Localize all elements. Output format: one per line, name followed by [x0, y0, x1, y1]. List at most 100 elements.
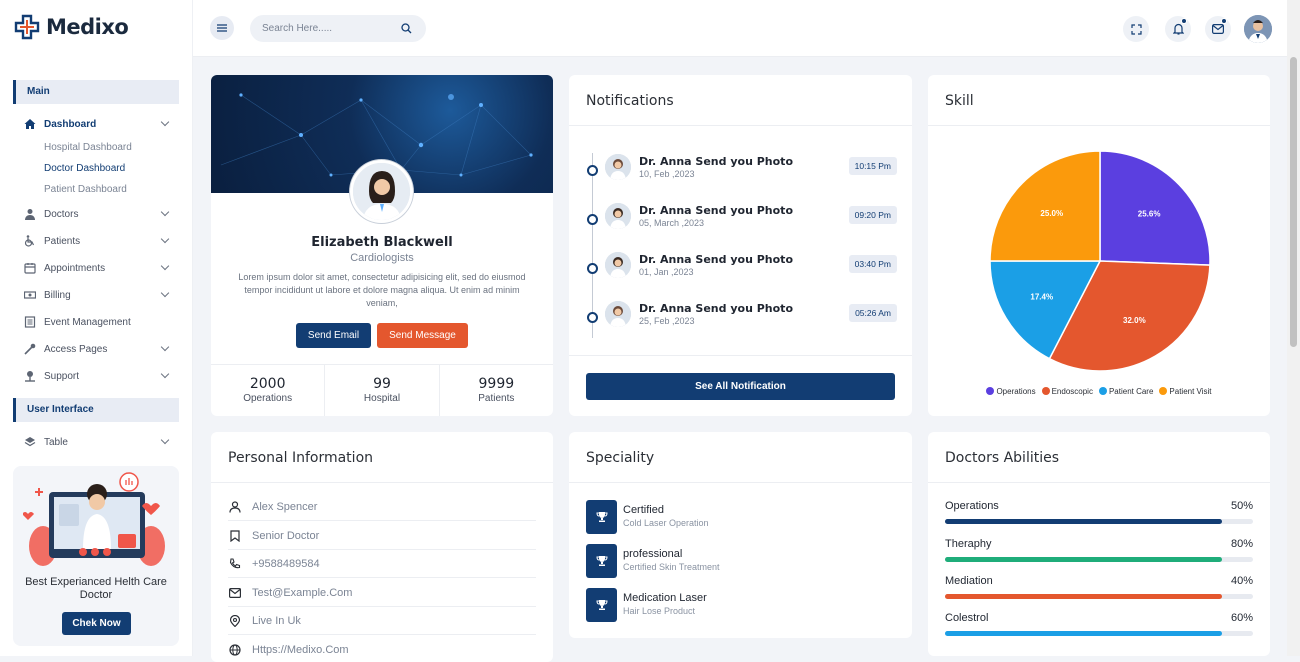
- info-row-title: Senior Doctor: [228, 522, 536, 550]
- legend-item[interactable]: Endoscopic: [1041, 387, 1093, 396]
- trophy-icon: [586, 500, 617, 534]
- legend-label: Operations: [996, 387, 1036, 396]
- send-email-button[interactable]: Send Email: [296, 323, 371, 348]
- sidebar-item-label: Support: [44, 370, 80, 382]
- page-scrollbar[interactable]: [1287, 0, 1300, 656]
- notification-item[interactable]: Dr. Anna Send you Photo 10, Feb ,2023 10…: [587, 153, 897, 193]
- ability-percent: 40%: [1230, 575, 1253, 587]
- bell-icon: [1172, 23, 1184, 35]
- avatar: [605, 301, 631, 327]
- fullscreen-button[interactable]: [1123, 16, 1149, 42]
- profile-role: Cardiologists: [350, 252, 414, 264]
- mail-icon: [228, 587, 242, 598]
- stat-label: Operations: [243, 393, 293, 404]
- topbar: Search Here.....: [193, 0, 1287, 57]
- legend-item[interactable]: Patient Visit: [1159, 387, 1212, 396]
- sidebar-item-appointments[interactable]: Appointments: [24, 258, 174, 278]
- search-icon[interactable]: [401, 23, 412, 34]
- check-now-button[interactable]: Chek Now: [62, 612, 131, 635]
- send-message-button[interactable]: Send Message: [377, 323, 468, 348]
- chevron-down-icon: [160, 261, 170, 271]
- abilities-card: Doctors Abilities Operations 50% Theraph…: [928, 432, 1270, 656]
- info-value: Live In Uk: [252, 614, 301, 627]
- doctor-icon: [24, 208, 36, 220]
- sidebar-subitem-doctor-dashboard[interactable]: Doctor Dashboard: [44, 163, 125, 174]
- menu-toggle-button[interactable]: [210, 16, 234, 40]
- speciality-subtitle: Hair Lose Product: [623, 606, 696, 616]
- sidebar-item-dashboard[interactable]: Dashboard: [24, 114, 174, 134]
- sidebar-item-event-management[interactable]: Event Management: [24, 312, 174, 332]
- pie-slice-operations[interactable]: [1099, 150, 1211, 266]
- sidebar-item-doctors[interactable]: Doctors: [24, 204, 174, 224]
- timeline-dot: [587, 263, 598, 274]
- scrollbar-thumb[interactable]: [1290, 57, 1297, 347]
- divider: [211, 482, 553, 483]
- speciality-subtitle: Cold Laser Operation: [623, 518, 709, 528]
- notification-item[interactable]: Dr. Anna Send you Photo 01, Jan ,2023 03…: [587, 251, 897, 291]
- avatar: [605, 252, 631, 278]
- see-all-notifications-button[interactable]: See All Notification: [586, 373, 895, 400]
- sidebar-subitem-hospital-dashboard[interactable]: Hospital Dashboard: [44, 142, 132, 153]
- timeline-dot: [587, 312, 598, 323]
- message-dot: [1221, 18, 1227, 24]
- card-title: Skill: [945, 93, 974, 109]
- speciality-subtitle: Certified Skin Treatment: [623, 562, 720, 572]
- chart-legend: Operations Endoscopic Patient Care Patient …: [928, 387, 1270, 396]
- key-icon: [24, 343, 36, 355]
- divider: [569, 355, 912, 356]
- brand-logo[interactable]: Medixo: [14, 14, 129, 40]
- legend-swatch: [1041, 387, 1050, 395]
- sidebar-item-patients[interactable]: Patients: [24, 231, 174, 251]
- notification-item[interactable]: Dr. Anna Send you Photo 25, Feb ,2023 05…: [587, 300, 897, 340]
- layers-icon: [24, 436, 36, 448]
- sidebar-item-label: Dashboard: [44, 118, 97, 130]
- card-title: Notifications: [586, 93, 674, 109]
- progress-fill: [945, 519, 1223, 524]
- card-title: Personal Information: [228, 450, 374, 466]
- notification-text: Dr. Anna Send you Photo: [639, 302, 793, 315]
- notification-dot: [1181, 18, 1187, 24]
- info-value: Test@Example.Com: [252, 586, 353, 599]
- doctor-photo: [353, 163, 410, 220]
- calendar-icon: [24, 262, 36, 274]
- profile-description: Lorem ipsum dolor sit amet, consectetur …: [238, 272, 526, 308]
- chevron-down-icon: [160, 117, 170, 127]
- sidebar-item-support[interactable]: Support: [24, 366, 174, 386]
- ability-percent: 50%: [1230, 500, 1253, 512]
- sidebar-subitem-patient-dashboard[interactable]: Patient Dashboard: [44, 184, 127, 195]
- legend-item[interactable]: Patient Care: [1098, 387, 1153, 396]
- profile-card: Elizabeth Blackwell Cardiologists Lorem …: [211, 75, 553, 416]
- stat-label: Patients: [478, 393, 515, 404]
- user-avatar[interactable]: [1244, 15, 1272, 43]
- sidebar-item-table[interactable]: Table: [24, 432, 174, 452]
- messages-button[interactable]: [1205, 16, 1231, 42]
- speciality-card: Speciality Certified Cold Laser Operatio…: [569, 432, 912, 638]
- info-row-phone: +9588489584: [228, 550, 536, 578]
- stat-value: 99: [373, 376, 391, 392]
- personal-info-card: Personal Information Alex Spencer Senior…: [211, 432, 553, 662]
- wheelchair-icon: [24, 235, 36, 247]
- speciality-title: professional: [623, 548, 683, 560]
- sidebar-item-label: Table: [44, 436, 68, 448]
- location-pin-icon: [228, 614, 242, 627]
- notifications-button[interactable]: [1165, 16, 1191, 42]
- sidebar-item-access-pages[interactable]: Access Pages: [24, 339, 174, 359]
- avatar: [605, 154, 631, 180]
- chevron-down-icon: [160, 435, 170, 445]
- promo-card: Best Experianced Helth Care Doctor Chek …: [13, 466, 179, 646]
- section-user-interface: User Interface: [13, 398, 179, 422]
- info-row-website: Https://Medixo.Com: [228, 636, 536, 662]
- profile-name: Elizabeth Blackwell: [311, 235, 453, 250]
- chevron-down-icon: [160, 369, 170, 379]
- skill-pie-chart: 25.6% 32.0% 17.4% 25.0%: [989, 150, 1211, 372]
- pie-slice-patient-visit[interactable]: [989, 150, 1101, 262]
- legend-item[interactable]: Operations: [986, 387, 1036, 396]
- search-input[interactable]: Search Here.....: [250, 15, 426, 42]
- bookmark-icon: [228, 529, 242, 542]
- money-icon: [24, 289, 36, 301]
- sidebar-item-billing[interactable]: Billing: [24, 285, 174, 305]
- info-row-location: Live In Uk: [228, 607, 536, 635]
- notification-item[interactable]: Dr. Anna Send you Photo 05, March ,2023 …: [587, 202, 897, 242]
- speciality-title: Certified: [623, 504, 664, 516]
- divider: [569, 482, 912, 483]
